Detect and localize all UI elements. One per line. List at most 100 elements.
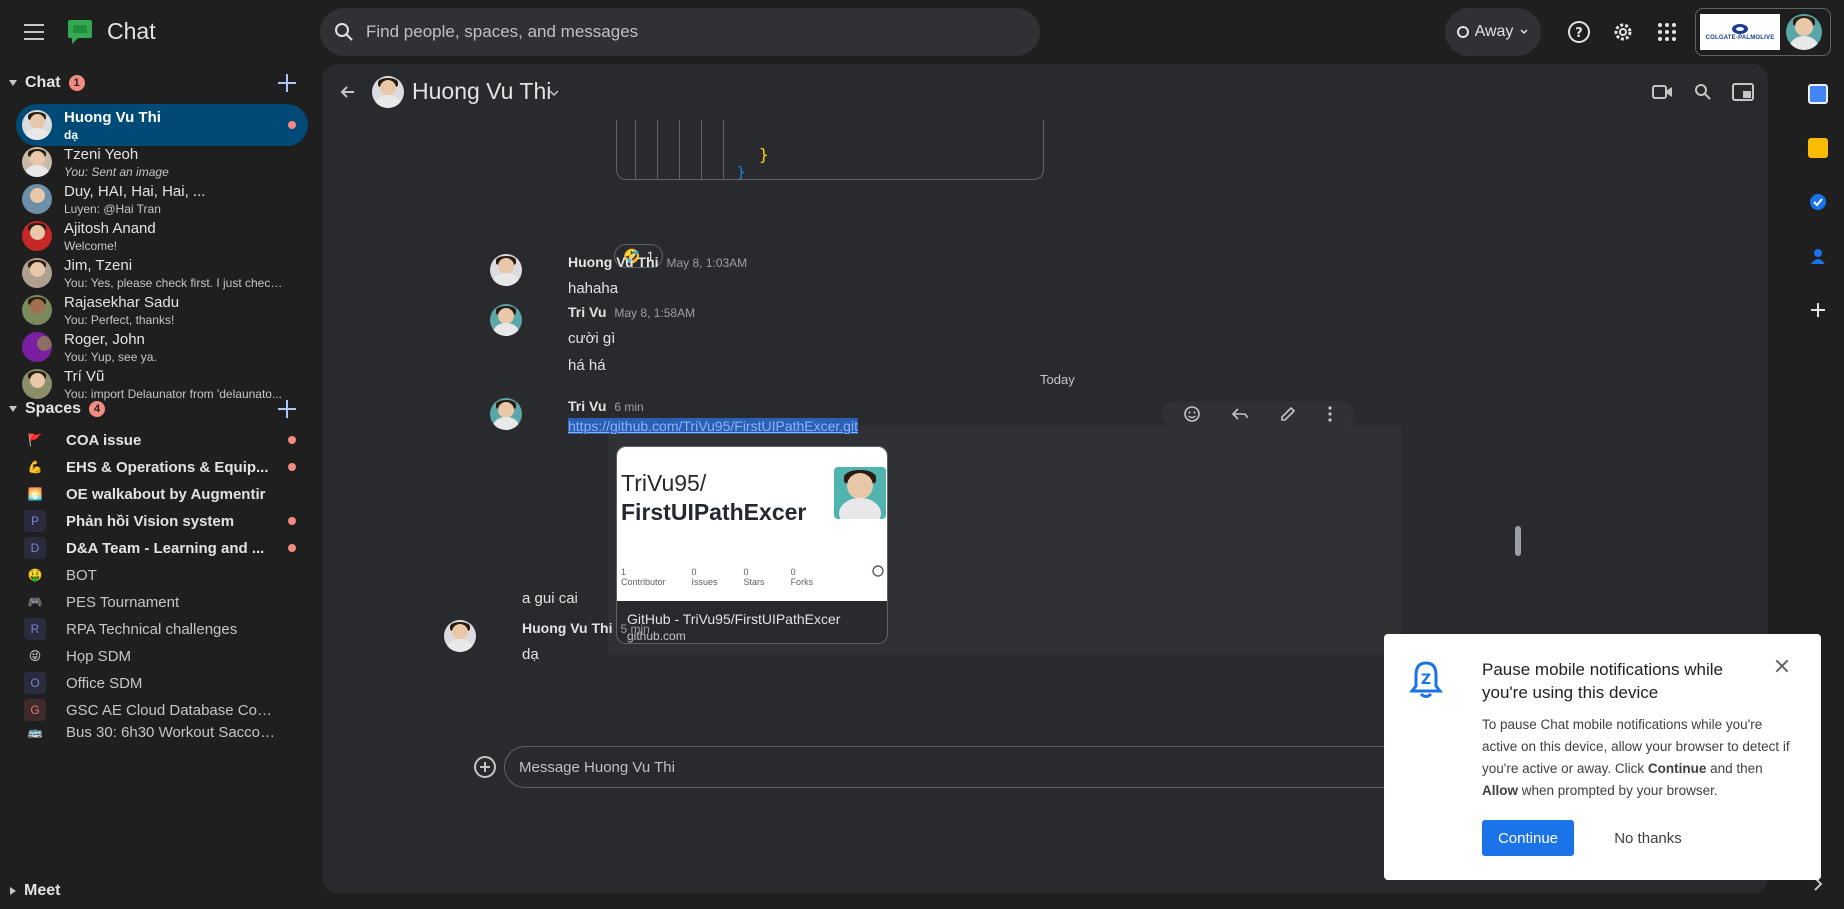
preview-domain: github.com <box>627 629 686 643</box>
search-in-conversation-icon[interactable] <box>1693 82 1713 102</box>
meet-section-title: Meet <box>24 882 61 899</box>
message-input[interactable] <box>519 758 1419 776</box>
apps-grid-icon[interactable] <box>1655 20 1679 44</box>
space-item-rpa[interactable]: R RPA Technical challenges <box>16 614 308 644</box>
chat-preview: You: Yup, see ya. <box>64 349 157 364</box>
chat-preview: You: Perfect, thanks! <box>64 312 175 327</box>
stat-value: 1 <box>621 567 627 577</box>
unread-dot <box>288 121 296 129</box>
scrollbar-thumb[interactable] <box>1515 526 1521 556</box>
calendar-icon[interactable] <box>1808 84 1828 104</box>
space-sunrise-icon: 🌅 <box>27 487 43 501</box>
space-item-hop-sdm[interactable]: 😜 Họp SDM <box>16 641 308 671</box>
reply-icon[interactable] <box>1231 405 1249 423</box>
account-switcher[interactable]: COLGATE-PALMOLIVE <box>1695 8 1831 56</box>
new-space-plus-icon[interactable] <box>278 400 296 418</box>
link-preview-card[interactable]: TriVu95/FirstUIPathExcer 1 Contributor 0I… <box>616 446 888 644</box>
space-bus-icon: 🚌 <box>27 725 43 739</box>
space-letter-icon: G <box>24 699 46 721</box>
stat-value: 0 <box>691 567 697 577</box>
chat-item-huong-vu-thi[interactable]: Huong Vu Thi dạ <box>16 104 308 146</box>
add-addon-plus-icon[interactable] <box>1808 300 1828 320</box>
avatar <box>22 110 52 140</box>
conversation-header: Huong Vu Thi <box>322 64 1768 120</box>
search-input[interactable] <box>366 22 1006 42</box>
organization-logo: COLGATE-PALMOLIVE <box>1700 14 1780 50</box>
status-selector[interactable]: Away <box>1445 8 1541 56</box>
space-item-bus-30[interactable]: 🚌 Bus 30: 6h30 Workout Saccomba... <box>16 722 308 742</box>
chat-item-tzeni-yeoh[interactable]: Tzeni Yeoh You: Sent an image <box>16 141 308 183</box>
space-item-da-team[interactable]: D D&A Team - Learning and ... <box>16 533 308 563</box>
main-menu-button[interactable] <box>22 20 46 44</box>
space-money-face-icon: 🤑 <box>27 568 43 582</box>
space-item-pes-tournament[interactable]: 🎮 PES Tournament <box>16 587 308 617</box>
space-item-office-sdm[interactable]: O Office SDM <box>16 668 308 698</box>
space-item-gsc-ae[interactable]: G GSC AE Cloud Database Commu... <box>16 695 308 725</box>
account-avatar <box>1786 14 1822 50</box>
chat-item-group-duy[interactable]: Duy, HAI, Hai, Hai, ... Luyen: @Hai Tran <box>16 178 308 220</box>
message-actions-toolbar <box>1162 401 1354 427</box>
space-name: COA issue <box>66 431 142 449</box>
search-bar[interactable] <box>320 8 1040 56</box>
message-text: a gui cai <box>522 590 578 607</box>
space-name: Office SDM <box>66 674 143 692</box>
chat-item-ajitosh-anand[interactable]: Ajitosh Anand Welcome! <box>16 215 308 257</box>
chat-item-rajasekhar-sadu[interactable]: Rajasekhar Sadu You: Perfect, thanks! <box>16 289 308 331</box>
keep-notes-icon[interactable] <box>1808 138 1828 158</box>
more-vert-icon[interactable] <box>1327 405 1333 423</box>
chat-item-roger-john[interactable]: Roger, John You: Yup, see ya. <box>16 326 308 368</box>
space-item-coa-issue[interactable]: 🚩 COA issue <box>16 425 308 455</box>
meet-section-header[interactable]: Meet <box>0 878 310 904</box>
avatar <box>444 620 476 652</box>
space-item-oe-walkabout[interactable]: 🌅 OE walkabout by Augmentir <box>16 479 308 509</box>
space-item-vision-system[interactable]: P Phản hồi Vision system <box>16 506 308 536</box>
edit-pencil-icon[interactable] <box>1279 405 1297 423</box>
pop-out-icon[interactable] <box>1732 82 1754 102</box>
chat-name: Ajitosh Anand <box>64 219 156 237</box>
spaces-section-header[interactable]: Spaces 4 <box>0 396 310 422</box>
add-reaction-icon[interactable] <box>1183 405 1201 423</box>
code-brace: } <box>759 145 769 164</box>
search-icon <box>335 23 353 41</box>
message-text: dạ <box>522 646 539 663</box>
chat-name: Duy, HAI, Hai, Hai, ... <box>64 182 206 200</box>
add-attachment-icon[interactable] <box>474 756 496 778</box>
chevron-down-icon <box>1520 29 1528 35</box>
help-icon[interactable]: ? <box>1567 20 1591 44</box>
message-author: Tri Vu <box>568 398 607 414</box>
repo-preview-image: TriVu95/FirstUIPathExcer 1 Contributor 0I… <box>617 447 887 601</box>
chevron-down-icon[interactable] <box>548 88 560 98</box>
no-thanks-button[interactable]: No thanks <box>1592 820 1704 856</box>
conversation-title[interactable]: Huong Vu Thi <box>412 78 551 105</box>
settings-gear-icon[interactable] <box>1611 20 1635 44</box>
chat-name: Rajasekhar Sadu <box>64 293 180 311</box>
chat-preview: dạ <box>64 127 79 142</box>
repo-owner-avatar <box>834 467 886 519</box>
notification-body: To pause Chat mobile notifications while… <box>1482 717 1790 798</box>
repo-stats: 1 Contributor 0 Issues 0 Stars 0 Forks <box>621 567 813 587</box>
tasks-icon[interactable] <box>1808 192 1828 212</box>
contacts-icon[interactable] <box>1808 246 1828 266</box>
new-chat-plus-icon[interactable] <box>278 74 296 92</box>
message-text: hahaha <box>568 280 619 297</box>
space-name: Bus 30: 6h30 Workout Saccomba... <box>66 723 276 741</box>
continue-button[interactable]: Continue <box>1482 820 1574 856</box>
message-time: 5 min <box>620 622 650 636</box>
avatar <box>22 258 52 288</box>
message-text: há há <box>568 357 606 374</box>
chat-item-jim-tzeni[interactable]: Jim, Tzeni You: Yes, please check first. … <box>16 252 308 294</box>
chat-section-header[interactable]: Chat 1 <box>0 70 310 96</box>
back-arrow-icon[interactable] <box>338 82 358 102</box>
close-icon[interactable] <box>1774 658 1790 674</box>
space-item-ehs[interactable]: 💪 EHS & Operations & Equip... <box>16 452 308 482</box>
repo-owner: TriVu95/ <box>621 470 707 496</box>
space-item-bot[interactable]: 🤑 BOT <box>16 560 308 590</box>
message-time: May 8, 1:03AM <box>666 256 748 270</box>
video-call-icon[interactable] <box>1652 82 1674 102</box>
message-time: May 8, 1:58AM <box>614 306 696 320</box>
message-time: 6 min <box>614 400 644 414</box>
avatar <box>22 295 52 325</box>
unread-dot <box>288 436 296 444</box>
github-link[interactable]: https://github.com/TriVu95/FirstUIPathEx… <box>568 418 858 434</box>
status-label: Away <box>1474 23 1514 40</box>
